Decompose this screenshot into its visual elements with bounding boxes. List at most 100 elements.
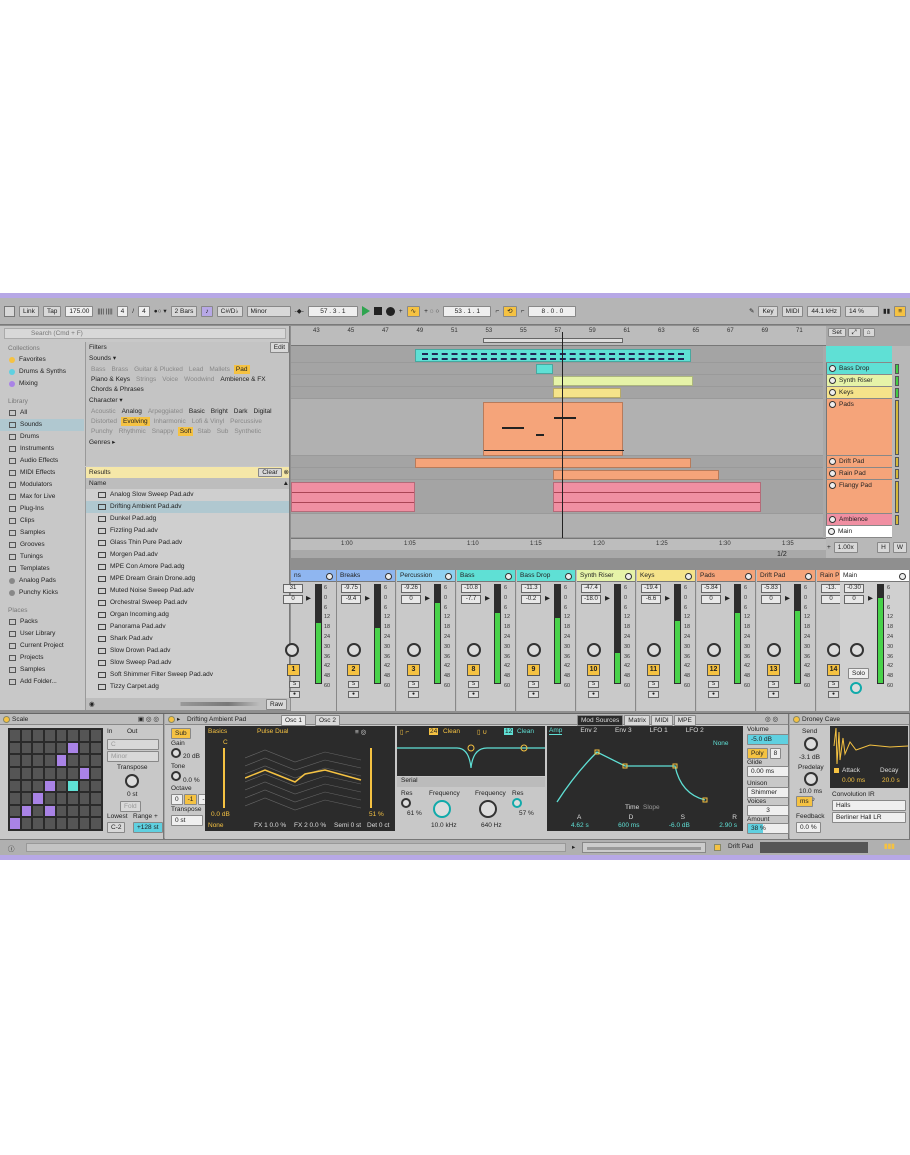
nudge-icon[interactable]: |||| |||| <box>97 308 112 315</box>
scale-pad[interactable] <box>68 730 78 741</box>
scale-pad[interactable] <box>10 793 20 804</box>
zoom-plus-icon[interactable]: + <box>827 544 831 551</box>
result-item[interactable]: Glass Thin Pure Pad.adv <box>86 537 289 549</box>
result-item[interactable]: MPE Con Amore Pad.adg <box>86 561 289 573</box>
fader-handle-icon[interactable]: ▶ <box>605 594 610 602</box>
pan-knob[interactable] <box>407 643 421 657</box>
link-button[interactable]: Link <box>19 305 39 317</box>
solo-button[interactable]: S <box>528 681 539 688</box>
clip-synth-riser[interactable] <box>553 376 693 386</box>
result-item[interactable]: Slow Drown Pad.adv <box>86 645 289 657</box>
arm-button[interactable]: ● <box>528 691 539 698</box>
transpose-knob[interactable] <box>125 774 139 788</box>
menu-icon[interactable] <box>4 305 15 317</box>
result-item[interactable]: Organ Incoming.adg <box>86 609 289 621</box>
track-fold-icon[interactable] <box>805 573 812 580</box>
scale-pad[interactable] <box>91 767 101 779</box>
track-header-main[interactable]: Main <box>826 526 892 538</box>
serial-select[interactable]: Serial <box>397 777 545 787</box>
scale-pad[interactable] <box>10 742 20 754</box>
filter-tag[interactable]: Sub <box>215 427 231 436</box>
w-button[interactable]: W <box>892 542 907 553</box>
track-fold-icon[interactable] <box>899 573 906 580</box>
solo-button[interactable]: S <box>468 681 479 688</box>
scale-pad[interactable] <box>33 767 43 779</box>
adsr-value[interactable]: -6.0 dB <box>669 822 690 829</box>
scale-pad[interactable] <box>91 730 101 741</box>
pan-knob[interactable] <box>827 643 841 657</box>
track-header[interactable]: Ambience <box>826 514 892 526</box>
track-pan-value[interactable]: 0 <box>401 595 421 604</box>
track-activator-icon[interactable] <box>829 470 836 477</box>
filter-tag[interactable]: Punchy <box>89 427 115 436</box>
scale-pad[interactable] <box>33 805 43 817</box>
track-activator-icon[interactable] <box>828 528 835 535</box>
scale-pad[interactable] <box>91 742 101 754</box>
preview-waveform[interactable] <box>100 702 260 706</box>
filter-tag[interactable]: Inharmonic <box>152 417 188 426</box>
fader-handle-icon[interactable]: ▶ <box>665 594 670 602</box>
arm-button[interactable]: ● <box>588 691 599 698</box>
clip-keys[interactable] <box>553 388 621 398</box>
pan-knob[interactable] <box>347 643 361 657</box>
device-chain-overview[interactable] <box>760 842 868 853</box>
result-item[interactable]: Dunkel Pad.adg <box>86 513 289 525</box>
note-icon[interactable]: ♪ <box>812 796 815 803</box>
scale-pad[interactable] <box>68 780 78 792</box>
scale-pad[interactable] <box>56 793 67 804</box>
scale-pad[interactable] <box>68 767 78 779</box>
wave-select[interactable]: Pulse Dual <box>257 728 288 735</box>
filter-tag[interactable]: Lead <box>187 365 205 374</box>
places-item[interactable]: Projects <box>0 652 84 664</box>
places-item[interactable]: Packs <box>0 616 84 628</box>
scale-pad[interactable] <box>21 730 32 741</box>
result-item[interactable]: Slow Sweep Pad.adv <box>86 657 289 669</box>
filter-tag[interactable]: Snappy <box>150 427 176 436</box>
signature-num[interactable]: 4 <box>116 305 129 317</box>
arm-button[interactable]: ● <box>768 691 779 698</box>
track-header[interactable]: Flangy Pad <box>826 480 892 514</box>
name-column-header[interactable]: Name <box>89 478 106 489</box>
scale-pad[interactable] <box>33 742 43 754</box>
result-item[interactable]: Tizzy Carpet.adg <box>86 681 289 693</box>
scale-pad[interactable] <box>44 805 55 817</box>
track-fold-icon[interactable] <box>505 573 512 580</box>
voices-value[interactable]: 3 <box>747 805 789 816</box>
scale-pad[interactable] <box>21 780 32 792</box>
glide-value[interactable]: 0.00 ms <box>747 766 789 777</box>
clip-bass-drop[interactable] <box>415 349 691 362</box>
scale-pad[interactable] <box>79 755 90 766</box>
loop-length[interactable]: 8 . 0 . 0 <box>528 305 577 317</box>
feedback-value[interactable]: 0.0 % <box>796 822 821 833</box>
loop-icon[interactable]: ⟲ <box>503 305 517 317</box>
track-activator-button[interactable]: 1 <box>287 664 300 676</box>
clip-bass-drop-2[interactable] <box>536 364 553 374</box>
fx1-value[interactable]: FX 1 0.0 % <box>254 822 286 829</box>
track-pan-value[interactable]: 0 <box>283 595 303 604</box>
freq2-knob[interactable] <box>479 800 497 818</box>
clip-play-icon[interactable]: ▸ <box>572 843 575 851</box>
follow-icon[interactable]: -◆- <box>295 307 304 315</box>
track-pan-value[interactable]: 0 <box>821 595 841 604</box>
fader-handle-icon[interactable]: ▶ <box>425 594 430 602</box>
range-value[interactable]: +128 st <box>133 822 163 833</box>
track-pan-value[interactable]: -6.6 <box>641 595 661 604</box>
scale-pad[interactable] <box>33 730 43 741</box>
track-header[interactable]: Pads <box>826 399 892 456</box>
session-record-icon[interactable]: + ◌ ○ <box>424 308 439 315</box>
fold-button[interactable]: Fold <box>120 801 141 812</box>
ir-category[interactable]: Halls <box>832 800 906 811</box>
track-activator-icon[interactable] <box>829 377 836 384</box>
filter-tag[interactable]: Percussive <box>228 417 264 426</box>
track-volume-value[interactable]: -9.75 <box>341 584 361 593</box>
tap-button[interactable]: Tap <box>42 305 62 317</box>
filter1-type[interactable]: Clean <box>443 728 460 735</box>
time-ruler[interactable]: 1:00 1:05 1:10 1:15 1:20 1:25 1:30 1:35 <box>291 538 826 550</box>
scale-pad[interactable] <box>79 793 90 804</box>
scale-pad[interactable] <box>91 793 101 804</box>
preview-icon[interactable]: ◉ <box>89 700 95 708</box>
scale-pad[interactable] <box>21 818 32 829</box>
scale-pad[interactable] <box>10 818 20 829</box>
track-fold-icon[interactable] <box>326 573 333 580</box>
voice-count[interactable]: 8 <box>769 748 782 759</box>
